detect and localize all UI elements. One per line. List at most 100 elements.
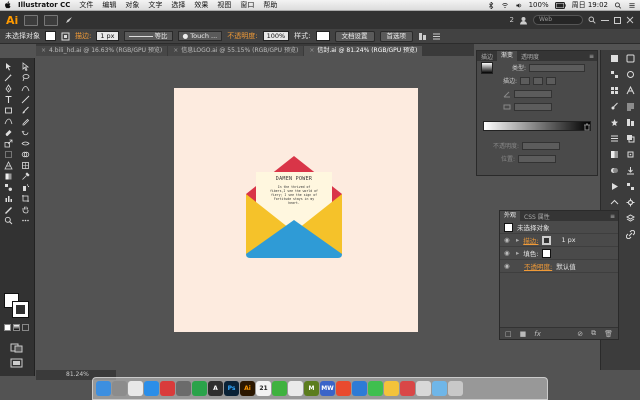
swatches-icon[interactable] bbox=[610, 86, 619, 95]
artboards-panel-icon[interactable] bbox=[626, 182, 635, 191]
search-icon[interactable] bbox=[588, 16, 596, 24]
transparency-icon[interactable] bbox=[610, 166, 619, 175]
menu-select[interactable]: 选择 bbox=[171, 0, 185, 10]
gpu-rocket-icon[interactable] bbox=[64, 15, 74, 25]
layers-icon[interactable] bbox=[625, 214, 635, 223]
canvas-area[interactable]: DAMEN POWER In the thrived of fibers,I s… bbox=[36, 56, 476, 376]
stroke-gradient-option-1[interactable] bbox=[520, 76, 531, 85]
appearance-stroke-value[interactable]: 1 px bbox=[561, 236, 575, 244]
close-tab-icon[interactable]: × bbox=[41, 46, 46, 56]
bridge-button[interactable] bbox=[24, 14, 39, 26]
dock-green-icon[interactable] bbox=[192, 381, 207, 396]
app-menu[interactable]: Illustrator CC bbox=[18, 1, 70, 9]
close-tab-icon[interactable]: × bbox=[173, 46, 178, 56]
properties-icon[interactable] bbox=[626, 70, 635, 79]
dock-mail-icon[interactable] bbox=[352, 381, 367, 396]
dock-evernote-icon[interactable] bbox=[176, 381, 191, 396]
menu-file[interactable]: 文件 bbox=[79, 0, 93, 10]
menu-view[interactable]: 视图 bbox=[217, 0, 231, 10]
zoom-tool-icon[interactable] bbox=[1, 215, 16, 225]
minimize-window-icon[interactable] bbox=[601, 19, 609, 21]
expand-arrow-icon[interactable]: ▸ bbox=[516, 236, 519, 244]
zoom-level[interactable]: 81.24% bbox=[66, 371, 89, 378]
hand-tool-icon[interactable] bbox=[18, 204, 33, 214]
blend-tool-icon[interactable] bbox=[1, 182, 16, 192]
links-icon[interactable] bbox=[625, 230, 635, 239]
perspective-grid-tool-icon[interactable] bbox=[1, 160, 16, 170]
align-icon[interactable] bbox=[418, 32, 427, 41]
notification-center-icon[interactable] bbox=[628, 2, 636, 9]
none-mode-button[interactable] bbox=[22, 324, 29, 331]
gradient-aspect-field[interactable] bbox=[514, 102, 552, 111]
artboard[interactable]: DAMEN POWER In the thrived of fibers,I s… bbox=[174, 88, 418, 332]
curvature-tool-icon[interactable] bbox=[18, 83, 33, 93]
paragraph-icon[interactable] bbox=[626, 102, 635, 111]
pathfinder-icon[interactable] bbox=[626, 134, 635, 143]
dock-netease-icon[interactable] bbox=[160, 381, 175, 396]
close-tab-icon[interactable]: × bbox=[309, 46, 314, 56]
dock-safari-icon[interactable] bbox=[144, 381, 159, 396]
slice-tool-icon[interactable] bbox=[1, 204, 16, 214]
appearance-fill-swatch[interactable] bbox=[542, 248, 552, 258]
tab-appearance[interactable]: 外观 bbox=[500, 211, 521, 221]
line-segment-tool-icon[interactable] bbox=[18, 94, 33, 104]
dock-messages-icon[interactable] bbox=[368, 381, 383, 396]
dock-folder-icon[interactable] bbox=[432, 381, 447, 396]
duplicate-item-icon[interactable]: ⧉ bbox=[591, 329, 596, 338]
rectangle-tool-icon[interactable] bbox=[1, 105, 16, 115]
play-action-icon[interactable] bbox=[610, 182, 619, 191]
user-icon[interactable] bbox=[519, 16, 528, 25]
stroke-gradient-option-2[interactable] bbox=[533, 76, 544, 85]
visibility-eye-icon[interactable]: ◉ bbox=[504, 249, 512, 257]
panel-menu-icon[interactable]: ≡ bbox=[610, 213, 618, 220]
shape-builder-tool-icon[interactable] bbox=[18, 149, 33, 159]
dock-wechat-icon[interactable] bbox=[272, 381, 287, 396]
maximize-window-icon[interactable] bbox=[614, 16, 621, 24]
dock-photoshop-icon[interactable]: Ps bbox=[224, 381, 239, 396]
dock-mw-icon[interactable]: MW bbox=[320, 381, 335, 396]
expand-arrow-icon[interactable]: ▸ bbox=[516, 249, 519, 257]
fill-dropdown-icon[interactable] bbox=[61, 32, 70, 41]
battery-icon[interactable] bbox=[554, 1, 566, 9]
gradient-type-dropdown[interactable] bbox=[529, 63, 586, 72]
appearance-stroke-row[interactable]: ◉ ▸ 描边: 1 px bbox=[500, 234, 618, 247]
tab-gradient[interactable]: 渐变 bbox=[497, 51, 518, 61]
appearance-opacity-row[interactable]: ◉ 不透明度: 默认值 bbox=[500, 260, 618, 273]
expand-panel-icon[interactable] bbox=[610, 198, 619, 207]
delete-stop-icon[interactable] bbox=[583, 123, 591, 131]
dock-preview-icon[interactable] bbox=[416, 381, 431, 396]
direct-selection-tool-icon[interactable] bbox=[18, 61, 33, 71]
document-setup-button[interactable]: 文档设置 bbox=[334, 30, 375, 42]
spotlight-icon[interactable] bbox=[614, 1, 622, 9]
visibility-eye-icon[interactable]: ◉ bbox=[504, 262, 512, 270]
wifi-icon[interactable] bbox=[501, 2, 509, 9]
lasso-tool-icon[interactable] bbox=[18, 72, 33, 82]
eyedropper-tool-icon[interactable] bbox=[18, 171, 33, 181]
appearance-fill-row[interactable]: ◉ ▸ 填色: bbox=[500, 247, 618, 260]
character-icon[interactable] bbox=[626, 86, 635, 95]
symbols-icon[interactable] bbox=[610, 118, 619, 127]
menu-object[interactable]: 对象 bbox=[125, 0, 139, 10]
eraser-tool-icon[interactable] bbox=[1, 127, 16, 137]
rotate-tool-icon[interactable] bbox=[18, 127, 33, 137]
add-new-fill-icon[interactable]: ■ bbox=[520, 330, 527, 338]
panel-menu-icon[interactable] bbox=[432, 32, 441, 41]
dock-chrome-icon[interactable] bbox=[128, 381, 143, 396]
tab-document-2[interactable]: × 信息LOGO.ai @ 55.15% (RGB/GPU 预览) bbox=[168, 46, 304, 56]
stroke-panel-icon[interactable] bbox=[610, 134, 619, 143]
color-guide-icon[interactable] bbox=[610, 70, 619, 79]
visibility-eye-icon[interactable]: ◉ bbox=[504, 236, 512, 244]
dock-notes-icon[interactable] bbox=[400, 381, 415, 396]
delete-item-icon[interactable]: 🗑︎ bbox=[604, 330, 618, 338]
dock-weibo-icon[interactable] bbox=[336, 381, 351, 396]
stroke-profile-dropdown[interactable]: 等比 bbox=[123, 31, 173, 41]
dock-trash-icon[interactable] bbox=[448, 381, 463, 396]
align-panel-icon[interactable] bbox=[626, 118, 635, 127]
volume-icon[interactable] bbox=[515, 2, 523, 9]
search-input[interactable]: Web bbox=[533, 15, 583, 25]
stroke-gradient-option-3[interactable] bbox=[546, 76, 557, 85]
apple-icon[interactable] bbox=[4, 1, 12, 9]
gradient-tool-icon[interactable] bbox=[1, 171, 16, 181]
menu-window[interactable]: 窗口 bbox=[240, 0, 254, 10]
menu-edit[interactable]: 编辑 bbox=[102, 0, 116, 10]
